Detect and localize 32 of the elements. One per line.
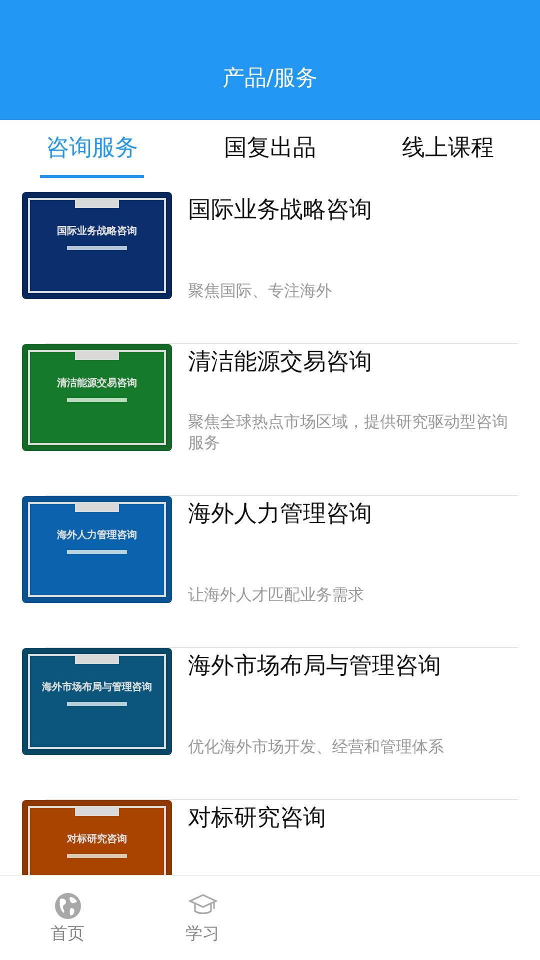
item-description: 让海外人才匹配业务需求: [188, 584, 365, 605]
product-thumbnail[interactable]: 海外市场布局与管理咨询: [22, 648, 172, 755]
product-thumbnail[interactable]: 海外人力管理咨询: [22, 496, 172, 603]
item-title[interactable]: 清洁能源交易咨询: [188, 346, 518, 377]
product-thumbnail[interactable]: 清洁能源交易咨询: [22, 344, 172, 451]
product-thumbnail[interactable]: 国际业务战略咨询: [22, 192, 172, 299]
nav-label: 首页: [50, 922, 84, 944]
thumbnail-label-strip: [75, 352, 119, 360]
thumbnail-label-strip: [75, 504, 119, 512]
thumbnail-title: 国际业务战略咨询: [57, 224, 137, 238]
item-description: 聚焦全球热点市场区域，提供研究驱动型咨询服务: [188, 411, 509, 453]
item-description: 聚焦国际、专注海外: [188, 280, 333, 301]
thumbnail-label-strip: [75, 656, 119, 664]
thumbnail-label-strip: [75, 808, 119, 816]
item-title[interactable]: 海外人力管理咨询: [188, 498, 518, 529]
item-description: 优化海外市场开发、经营和管理体系: [188, 736, 445, 757]
globe-icon: [54, 892, 82, 920]
product-thumbnail[interactable]: 对标研究咨询: [22, 800, 172, 875]
item-title[interactable]: 国际业务战略咨询: [188, 194, 518, 225]
thumbnail-title: 海外市场布局与管理咨询: [42, 680, 152, 694]
thumbnail-label-strip: [75, 200, 119, 208]
item-title[interactable]: 海外市场布局与管理咨询: [188, 650, 518, 681]
nav-item[interactable]: 首页: [0, 876, 135, 960]
nav-label: 学习: [186, 922, 220, 944]
page-title: 产品/服务: [222, 65, 318, 93]
item-title[interactable]: 对标研究咨询: [188, 802, 518, 833]
thumbnail-title: 对标研究咨询: [67, 832, 127, 846]
thumbnail-title: 海外人力管理咨询: [57, 528, 137, 542]
tab[interactable]: 国复出品: [218, 120, 322, 178]
tab[interactable]: 线上课程: [396, 120, 500, 178]
thumbnail-title: 清洁能源交易咨询: [57, 376, 137, 390]
nav-item[interactable]: 学习: [135, 876, 270, 960]
